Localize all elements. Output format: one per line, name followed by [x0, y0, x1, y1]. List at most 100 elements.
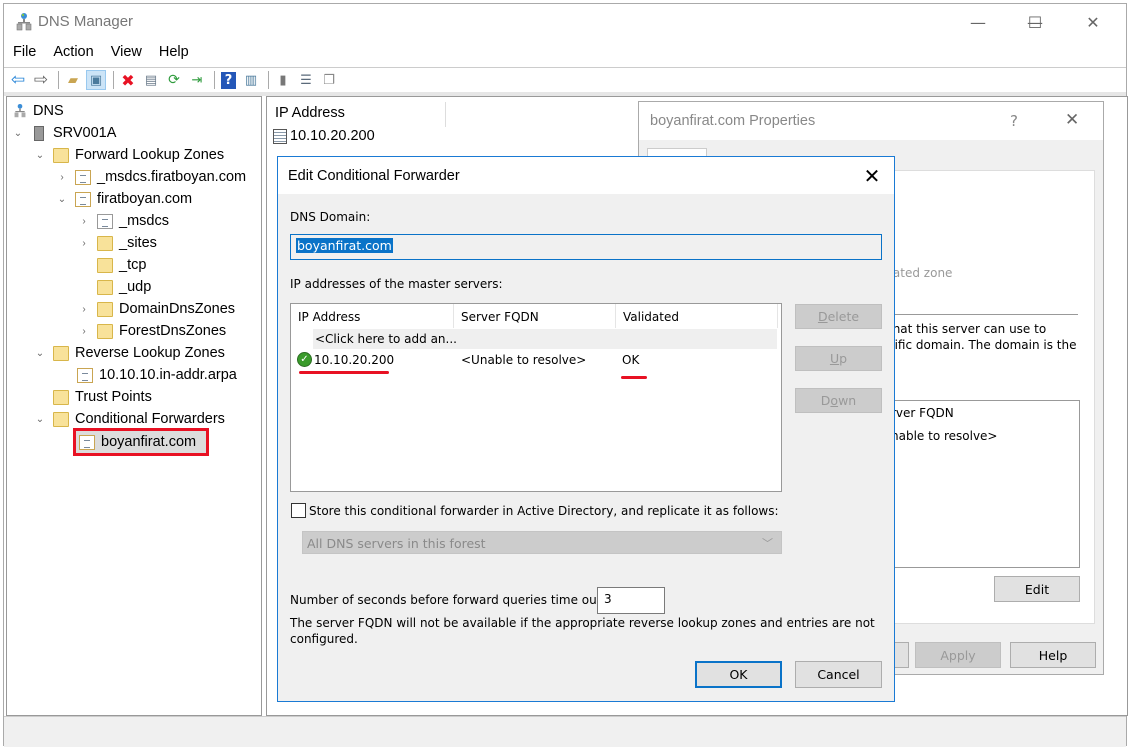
minimize-button-2[interactable]: — [949, 4, 1007, 40]
timeout-input[interactable]: 3 [597, 587, 665, 614]
chevron-right-icon[interactable]: › [77, 216, 91, 227]
close-icon: ✕ [1086, 12, 1100, 32]
delegated-zone-icon [97, 213, 113, 229]
master-servers-list: rver FQDN nable to resolve> [888, 400, 1080, 568]
close-button[interactable]: ✕ [1064, 4, 1122, 40]
chevron-right-icon[interactable]: › [77, 238, 91, 249]
help-icon[interactable]: ? [221, 71, 236, 89]
tree-node-conditional-forwarders[interactable]: ⌄ Conditional Forwarders [33, 408, 225, 430]
tree-label: DNS [33, 103, 64, 119]
tree-node-sites[interactable]: › _sites [77, 232, 157, 254]
ok-underline-annotation [621, 376, 647, 379]
column-header-validated[interactable]: Validated [616, 304, 686, 328]
chevron-down-icon[interactable]: ⌄ [55, 194, 69, 205]
close-icon[interactable]: ✕ [860, 164, 884, 188]
chevron-right-icon[interactable]: › [55, 172, 69, 183]
chevron-right-icon[interactable]: › [77, 326, 91, 337]
add-entry-row[interactable]: <Click here to add an... [313, 329, 777, 349]
chevron-down-icon[interactable]: ⌄ [33, 150, 47, 161]
ok-button[interactable]: OK [695, 661, 782, 688]
tree-label: SRV001A [53, 125, 117, 141]
up-button-label: Up [829, 351, 848, 366]
up-folder-icon[interactable]: ▰ [63, 70, 83, 90]
forward-arrow-icon[interactable]: ⇨ [31, 70, 51, 90]
chevron-down-icon[interactable]: ⌄ [11, 128, 25, 139]
chevron-down-icon[interactable]: ⌄ [33, 414, 47, 425]
help-button-label: Help [1038, 647, 1068, 663]
tree-node-boyanfirat-forwarder[interactable]: boyanfirat.com [79, 431, 196, 453]
menu-file[interactable]: File [4, 42, 44, 66]
store-in-ad-label[interactable]: Store this conditional forwarder in Acti… [309, 504, 779, 518]
dns-domain-input[interactable]: boyanfirat.com [290, 234, 882, 260]
folder-icon [53, 411, 69, 427]
dns-root-icon [14, 104, 26, 118]
tree-node-forward-lookup-zones[interactable]: ⌄ Forward Lookup Zones [33, 144, 224, 166]
store-in-ad-checkbox[interactable] [291, 503, 306, 518]
tree-label: Forward Lookup Zones [75, 147, 225, 163]
delete-icon[interactable]: ✖ [118, 70, 138, 90]
column-header-ip-address[interactable]: IP Address [291, 304, 367, 328]
delete-button-label: Delete [817, 309, 860, 324]
chevron-right-icon[interactable]: › [77, 304, 91, 315]
cancel-button[interactable]: Cancel [795, 661, 882, 688]
edit-button[interactable]: Edit [994, 576, 1080, 602]
folder-icon [97, 323, 113, 339]
tree-node-domaindnszones[interactable]: › DomainDnsZones [77, 298, 235, 320]
folder-icon [97, 235, 113, 251]
refresh-icon[interactable]: ⟳ [164, 70, 184, 90]
down-button: Down [795, 388, 882, 413]
table-row[interactable]: ✓ 10.10.20.200 <Unable to resolve> OK [291, 350, 781, 370]
menu-help[interactable]: Help [150, 42, 197, 66]
tree-node-dns[interactable]: DNS [13, 100, 64, 122]
help-button[interactable]: ? [1010, 112, 1018, 130]
menu-view[interactable]: View [102, 42, 150, 66]
maximize-icon: ☐ [1027, 12, 1043, 32]
tree-node-firatboyan-zone[interactable]: ⌄ firatboyan.com [55, 188, 192, 210]
toolbar-separator [113, 71, 114, 89]
column-separator[interactable] [777, 304, 778, 328]
show-action-pane-icon[interactable]: ▥ [241, 70, 261, 90]
tree-node-tcp[interactable]: _tcp [97, 254, 146, 276]
tree-node-udp[interactable]: _udp [97, 276, 151, 298]
back-arrow-icon[interactable]: ⇦ [8, 70, 28, 90]
ip-address-cell: 10.10.20.200 [314, 353, 395, 367]
tree-node-server[interactable]: ⌄ SRV001A [11, 122, 117, 144]
dns-domain-value: boyanfirat.com [296, 238, 393, 253]
column-header-server-fqdn[interactable]: Server FQDN [454, 304, 546, 328]
fqdn-cell: nable to resolve> [891, 429, 998, 443]
tree-node-trust-points[interactable]: Trust Points [53, 386, 152, 408]
zone-list-icon[interactable]: ☰ [296, 70, 316, 90]
folder-icon [97, 257, 113, 273]
server-icon[interactable]: ▮ [273, 70, 293, 90]
toolbar-separator [58, 71, 59, 89]
zone-icon [77, 367, 93, 383]
column-header-ip-address[interactable]: IP Address [275, 105, 345, 121]
details-item[interactable]: 10.10.20.200 [273, 128, 375, 144]
dns-manager-app-icon [16, 13, 32, 31]
folder-icon [53, 147, 69, 163]
properties-title-bar: boyanfirat.com Properties ? ✕ [639, 102, 1103, 140]
tree-node-msdcs-zone[interactable]: › _msdcs.firatboyan.com [55, 166, 246, 188]
menu-bar: File Action View Help [4, 42, 1126, 66]
close-icon[interactable]: ✕ [1065, 110, 1079, 130]
apply-button: Apply [915, 642, 1001, 668]
tree-node-reverse-lookup-zones[interactable]: ⌄ Reverse Lookup Zones [33, 342, 225, 364]
help-button[interactable]: Help [1010, 642, 1096, 668]
column-separator[interactable] [445, 102, 446, 127]
chevron-down-icon[interactable]: ⌄ [33, 348, 47, 359]
menu-action[interactable]: Action [44, 42, 101, 66]
server-icon [34, 125, 44, 141]
folder-icon [53, 389, 69, 405]
tree-node-msdcs[interactable]: › _msdcs [77, 210, 169, 232]
properties-title: boyanfirat.com Properties [650, 113, 816, 129]
tree-node-reverse-zone[interactable]: 10.10.10.in-addr.arpa [77, 364, 237, 386]
show-hide-console-tree-icon[interactable]: ▣ [86, 70, 106, 90]
timeout-label: Number of seconds before forward queries… [290, 593, 606, 607]
replication-scope-select: All DNS servers in this forest ﹀ [302, 531, 782, 554]
export-list-icon[interactable]: ⇥ [187, 70, 207, 90]
tree-node-forestdnszones[interactable]: › ForestDnsZones [77, 320, 226, 342]
copy-icon[interactable]: ❐ [319, 70, 339, 90]
tree-label: Conditional Forwarders [75, 411, 225, 427]
maximize-button[interactable]: ☐ [1006, 4, 1064, 40]
properties-icon[interactable]: ▤ [141, 70, 161, 90]
